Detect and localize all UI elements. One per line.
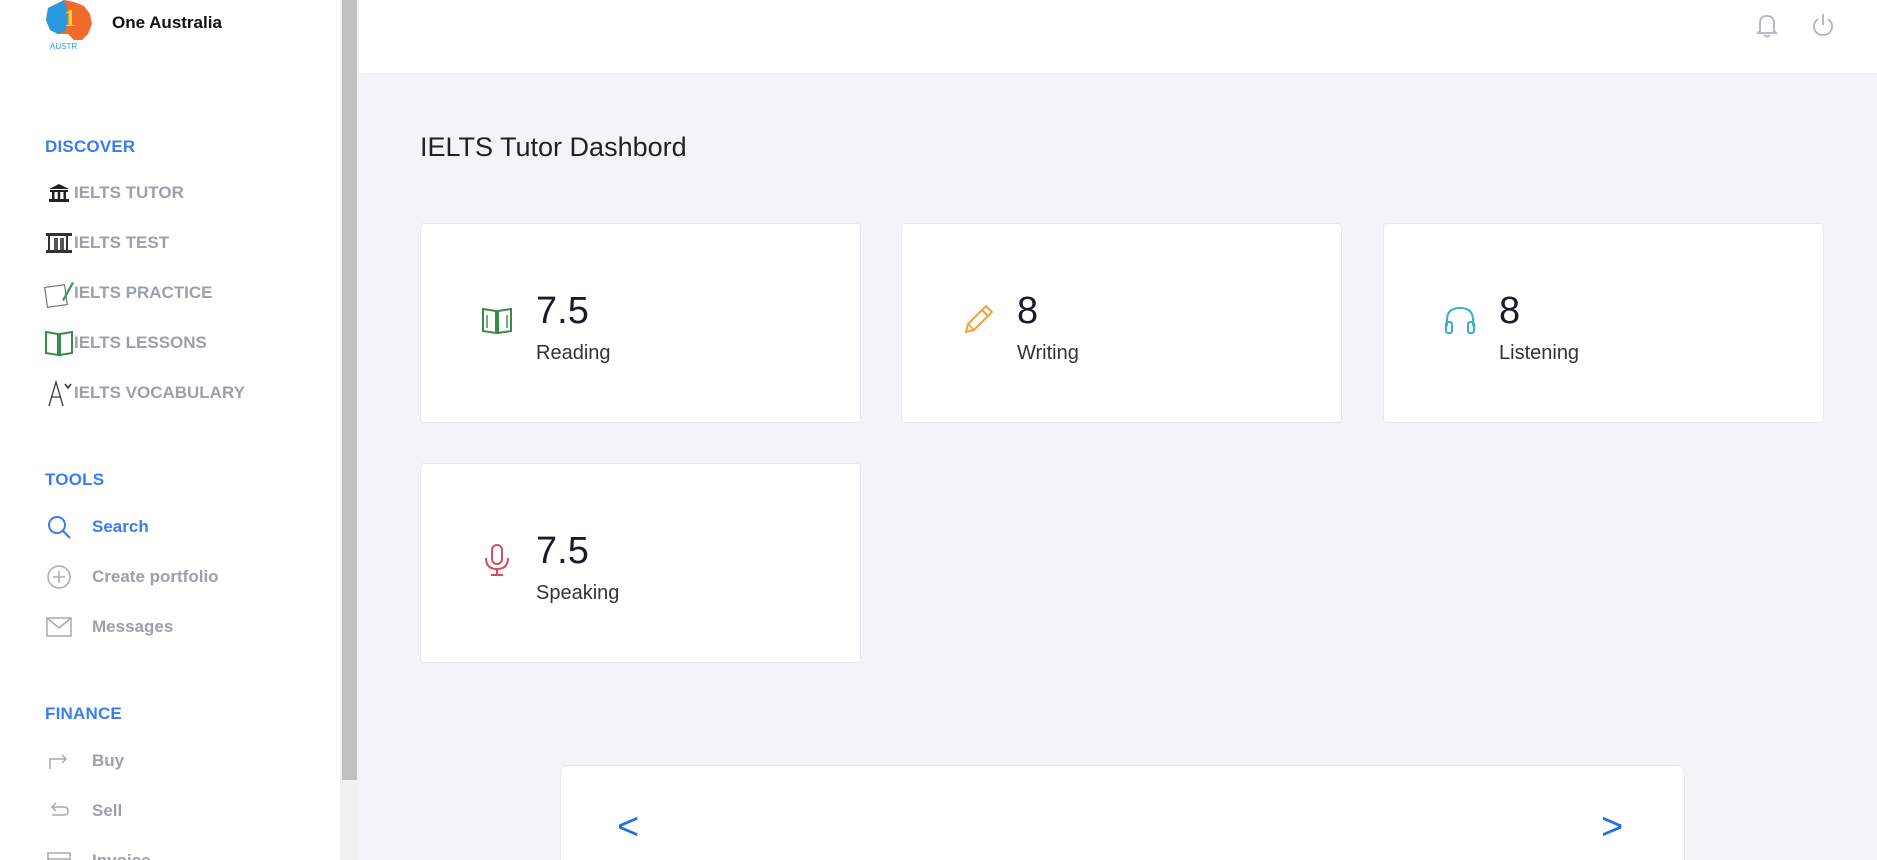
- sidebar-item-label: IELTS LESSONS: [74, 333, 207, 352]
- vocabulary-icon: [44, 378, 74, 408]
- test-icon: [44, 228, 74, 258]
- brand-name: One Australia: [112, 13, 222, 32]
- score-value: 8: [1017, 290, 1039, 332]
- score-value: 7.5: [536, 290, 589, 332]
- sidebar-item-ielts-lessons[interactable]: IELTS LESSONS: [44, 328, 207, 358]
- sidebar-item-ielts-test[interactable]: IELTS TEST: [44, 228, 169, 258]
- sidebar-item-label: Create portfolio: [92, 567, 219, 586]
- section-title-finance: FINANCE: [45, 704, 122, 723]
- score-card-speaking[interactable]: 7.5 Speaking: [420, 463, 861, 663]
- notepad-icon: [44, 278, 74, 308]
- skill-label: Writing: [1017, 342, 1079, 364]
- sidebar-item-sell[interactable]: Sell: [44, 796, 122, 826]
- sidebar-scrollbar-thumb[interactable]: [342, 0, 357, 780]
- svg-text:1: 1: [64, 6, 76, 32]
- sidebar-item-messages[interactable]: Messages: [44, 612, 173, 642]
- section-title-tools: TOOLS: [45, 470, 105, 489]
- previous-button[interactable]: <: [617, 806, 639, 849]
- australia-logo-icon: 1 AUSTR: [44, 0, 94, 50]
- sidebar-item-ielts-tutor[interactable]: IELTS TUTOR: [44, 178, 184, 208]
- search-icon: [44, 512, 74, 542]
- score-card-listening[interactable]: 8 Listening: [1383, 223, 1824, 423]
- plus-circle-icon: [44, 562, 74, 592]
- sidebar-item-buy[interactable]: Buy: [44, 746, 124, 776]
- sidebar-item-label: IELTS PRACTICE: [74, 283, 213, 302]
- carousel-pager: < >: [560, 765, 1685, 860]
- sidebar-item-label: Search: [92, 517, 149, 536]
- sidebar-item-label: IELTS TUTOR: [74, 183, 184, 202]
- back-arrow-icon: [44, 796, 74, 826]
- score-value: 7.5: [536, 530, 589, 572]
- score-card-reading[interactable]: 7.5 Reading: [420, 223, 861, 423]
- score-value: 8: [1499, 290, 1521, 332]
- power-icon[interactable]: [1809, 11, 1837, 39]
- skill-label: Listening: [1499, 342, 1580, 364]
- microphone-icon: [479, 542, 515, 578]
- bank-icon: [44, 178, 74, 208]
- book-icon: [479, 302, 515, 338]
- sidebar-item-label: Messages: [92, 617, 174, 636]
- headphones-icon: [1442, 302, 1478, 338]
- sidebar-item-search[interactable]: Search: [44, 512, 149, 542]
- brand[interactable]: 1 AUSTR One Australia: [44, 0, 222, 50]
- sidebar-item-label: Buy: [92, 751, 125, 770]
- next-button[interactable]: >: [1601, 806, 1623, 849]
- sidebar-item-create-portfolio[interactable]: Create portfolio: [44, 562, 219, 592]
- book-icon: [44, 328, 74, 358]
- page-title: IELTS Tutor Dashbord: [420, 132, 687, 162]
- sidebar-item-label: Sell: [92, 801, 123, 820]
- sidebar: 1 AUSTR One Australia DISCOVER IELTS TUT…: [0, 0, 340, 860]
- mail-icon: [44, 612, 74, 642]
- pencil-icon: [960, 302, 996, 338]
- skill-label: Reading: [536, 342, 611, 364]
- sidebar-item-label: IELTS VOCABULARY: [74, 383, 245, 402]
- sidebar-item-invoice[interactable]: Invoice: [44, 846, 151, 860]
- sidebar-item-ielts-vocabulary[interactable]: IELTS VOCABULARY: [44, 378, 245, 408]
- score-card-writing[interactable]: 8 Writing: [901, 223, 1342, 423]
- sidebar-item-label: IELTS TEST: [74, 233, 170, 252]
- sidebar-item-label: Invoice: [92, 851, 151, 860]
- top-header: [359, 0, 1877, 74]
- sidebar-item-ielts-practice[interactable]: IELTS PRACTICE: [44, 278, 213, 308]
- skill-label: Speaking: [536, 582, 620, 604]
- forward-arrow-icon: [44, 746, 74, 776]
- section-title-discover: DISCOVER: [45, 137, 136, 156]
- bell-icon[interactable]: [1753, 11, 1781, 39]
- svg-text:AUSTR: AUSTR: [50, 42, 77, 50]
- calendar-icon: [44, 846, 74, 860]
